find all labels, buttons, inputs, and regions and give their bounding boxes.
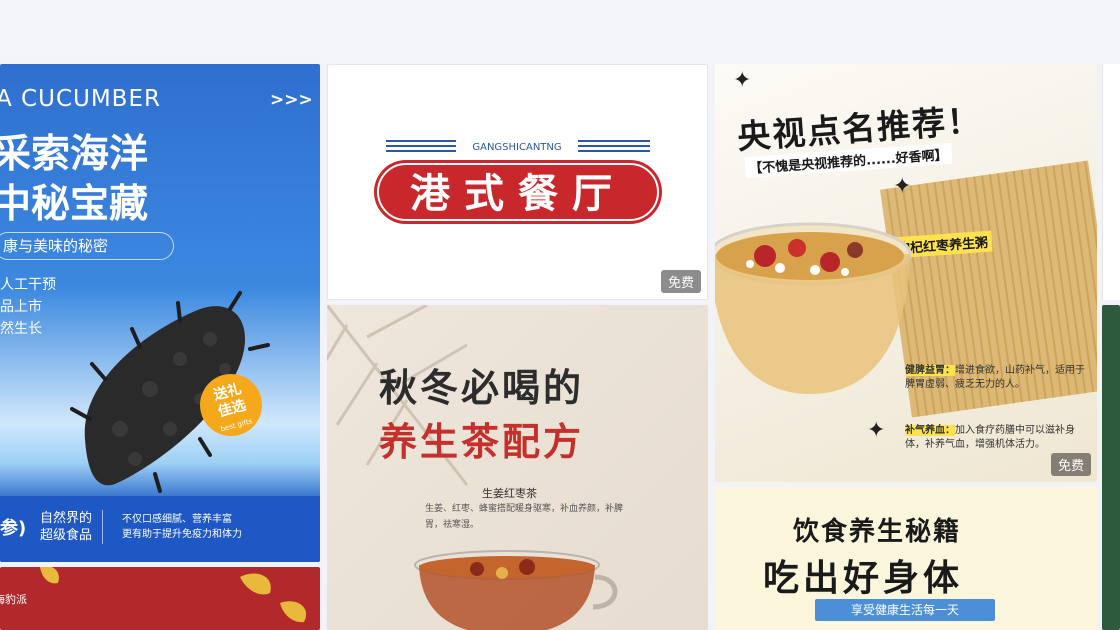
diet-line-2: 吃出好身体 — [763, 558, 964, 599]
template-card-restaurant-logo[interactable]: GANGSHICANTNG 港式餐厅 免费 — [327, 64, 708, 300]
template-card-partial[interactable] — [1102, 305, 1120, 630]
template-card-sea-cucumber[interactable]: A CUCUMBER >>> 采索海洋 中秘宝藏 康与美味的秘密 人工干预 品上… — [0, 64, 320, 562]
benefit-1: 健脾益胃：增进食欲，山药补气，适用于脾胃虚弱、疲乏无力的人。 — [905, 365, 1085, 390]
benefit-2: 补气养血：加入食疗药膳中可以滋补身体，补养气血，增强机体活力。 — [905, 425, 1075, 450]
recipe-description: 生姜、红枣、蜂蜜搭配暖身驱寒，补血养颜，补脾胃，祛寒湿。 — [425, 504, 624, 530]
poster-title: 采索海洋 中秘宝藏 — [0, 132, 149, 227]
template-card-cctv-porridge[interactable]: ✦ ✦ ✦ 央视点名推荐！ 【不愧是央视推荐的......好香啊】 枸杞红枣养生… — [715, 64, 1097, 482]
brand-name: 海豹派 — [0, 593, 27, 606]
free-badge: 免费 — [660, 270, 701, 293]
top-bar — [0, 0, 1120, 64]
tea-headline-1: 秋冬必喝的 — [379, 366, 585, 410]
diet-tagline: 享受健康生活每一天 — [815, 599, 995, 621]
sparkle-icon: ✦ — [867, 418, 886, 443]
diet-line-1: 饮食养生秘籍 — [793, 517, 962, 547]
svg-text:港式餐厅: 港式餐厅 — [410, 171, 626, 217]
poster-points: 人工干预 品上市 然生长 — [0, 277, 56, 337]
recipe-name: 生姜红枣茶 — [482, 487, 537, 500]
english-title: A CUCUMBER — [0, 86, 161, 112]
arrows-decoration: >>> — [270, 90, 313, 110]
poster-subtitle: 康与美味的秘密 — [0, 232, 174, 260]
poster-footer: 参) 自然界的 超级食品 不仅口感细腻、营养丰富 更有助于提升免疫力和体力 — [0, 496, 320, 562]
svg-text:GANGSHICANTNG: GANGSHICANTNG — [472, 142, 561, 153]
sparkle-icon: ✦ — [733, 68, 752, 93]
template-card-tea[interactable]: 秋冬必喝的 养生茶配方 生姜红枣茶 生姜、红枣、蜂蜜搭配暖身驱寒，补血养颜，补脾… — [327, 305, 708, 630]
sparkle-icon: ✦ — [893, 174, 912, 199]
template-card-diet[interactable]: 饮食养生秘籍 吃出好身体 享受健康生活每一天 — [715, 487, 1097, 630]
tea-cup-image — [414, 550, 618, 630]
ginkgo-leaf-decoration — [40, 567, 307, 623]
restaurant-logo: GANGSHICANTNG 港式餐厅 — [374, 137, 662, 224]
template-card-partial[interactable] — [1102, 64, 1120, 300]
template-card-red[interactable]: 海豹派 — [0, 567, 320, 630]
porridge-bowl-image — [715, 222, 912, 394]
tea-headline-2: 养生茶配方 — [379, 420, 585, 464]
free-badge: 免费 — [1050, 453, 1091, 476]
